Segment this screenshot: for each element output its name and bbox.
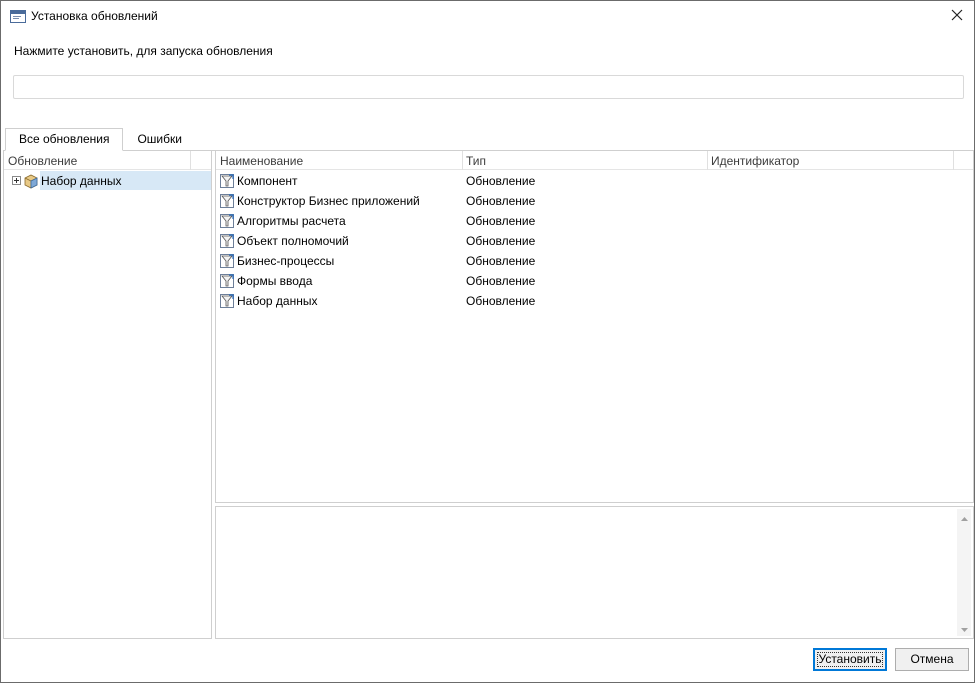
window-icon: [10, 10, 26, 23]
tree-header-label: Обновление: [8, 154, 78, 168]
row-name: Формы ввода: [237, 274, 313, 288]
tree-item-label: Набор данных: [41, 174, 122, 188]
instruction-text: Нажмите установить, для запуска обновлен…: [14, 44, 273, 58]
table-row[interactable]: Формы ввода Обновление: [216, 271, 973, 291]
update-object-icon: [219, 293, 235, 309]
grid-rows: Компонент Обновление Конструктор Бизнес …: [216, 171, 973, 311]
update-object-icon: [219, 233, 235, 249]
column-separator: [190, 151, 191, 170]
row-type: Обновление: [466, 294, 536, 308]
scroll-down-button[interactable]: [957, 621, 971, 635]
focus-rect: [817, 652, 883, 667]
cancel-button[interactable]: Отмена: [895, 648, 969, 671]
details-panel[interactable]: [215, 506, 974, 639]
close-button[interactable]: [940, 1, 974, 31]
column-header-name[interactable]: Наименование: [220, 154, 303, 168]
row-name: Компонент: [237, 174, 298, 188]
update-object-icon: [219, 273, 235, 289]
updates-grid[interactable]: Наименование Тип Идентификатор Компонент…: [215, 151, 974, 503]
tab-errors[interactable]: Ошибки: [123, 128, 196, 151]
row-type: Обновление: [466, 234, 536, 248]
update-tree[interactable]: Обновление Набор данных: [3, 151, 212, 639]
update-object-icon: [219, 253, 235, 269]
row-type: Обновление: [466, 194, 536, 208]
arrow-down-icon: [960, 621, 968, 635]
row-name: Алгоритмы расчета: [237, 214, 346, 228]
row-name: Бизнес-процессы: [237, 254, 335, 268]
table-row[interactable]: Компонент Обновление: [216, 171, 973, 191]
tab-all-updates[interactable]: Все обновления: [5, 128, 124, 151]
table-row[interactable]: Алгоритмы расчета Обновление: [216, 211, 973, 231]
tree-column-header[interactable]: Обновление: [4, 151, 211, 170]
column-header-type[interactable]: Тип: [466, 154, 486, 168]
table-row[interactable]: Объект полномочий Обновление: [216, 231, 973, 251]
tab-strip: Все обновления Ошибки: [5, 128, 196, 151]
install-button[interactable]: Установить: [813, 648, 887, 671]
window-title: Установка обновлений: [31, 9, 158, 23]
row-type: Обновление: [466, 174, 536, 188]
table-row[interactable]: Бизнес-процессы Обновление: [216, 251, 973, 271]
progress-bar: [13, 75, 964, 99]
arrow-up-icon: [960, 510, 968, 524]
scroll-up-button[interactable]: [957, 510, 971, 524]
grid-header: Наименование Тип Идентификатор: [216, 151, 973, 170]
row-name: Набор данных: [237, 294, 318, 308]
cancel-button-label: Отмена: [910, 652, 954, 666]
row-type: Обновление: [466, 254, 536, 268]
row-type: Обновление: [466, 274, 536, 288]
row-name: Конструктор Бизнес приложений: [237, 194, 420, 208]
column-separator: [462, 151, 463, 170]
expand-icon[interactable]: [12, 176, 21, 185]
row-name: Объект полномочий: [237, 234, 349, 248]
row-type: Обновление: [466, 214, 536, 228]
title-bar: Установка обновлений: [1, 1, 974, 32]
update-install-dialog: Установка обновлений Нажмите установить,…: [0, 0, 975, 683]
table-row[interactable]: Набор данных Обновление: [216, 291, 973, 311]
column-header-identifier[interactable]: Идентификатор: [711, 154, 799, 168]
update-object-icon: [219, 193, 235, 209]
column-separator: [953, 151, 954, 170]
vertical-scrollbar[interactable]: [957, 509, 971, 636]
tree-item[interactable]: Набор данных: [8, 171, 211, 190]
table-row[interactable]: Конструктор Бизнес приложений Обновление: [216, 191, 973, 211]
package-icon: [23, 173, 39, 189]
column-separator: [707, 151, 708, 170]
close-icon: [951, 9, 963, 24]
update-object-icon: [219, 213, 235, 229]
update-object-icon: [219, 173, 235, 189]
